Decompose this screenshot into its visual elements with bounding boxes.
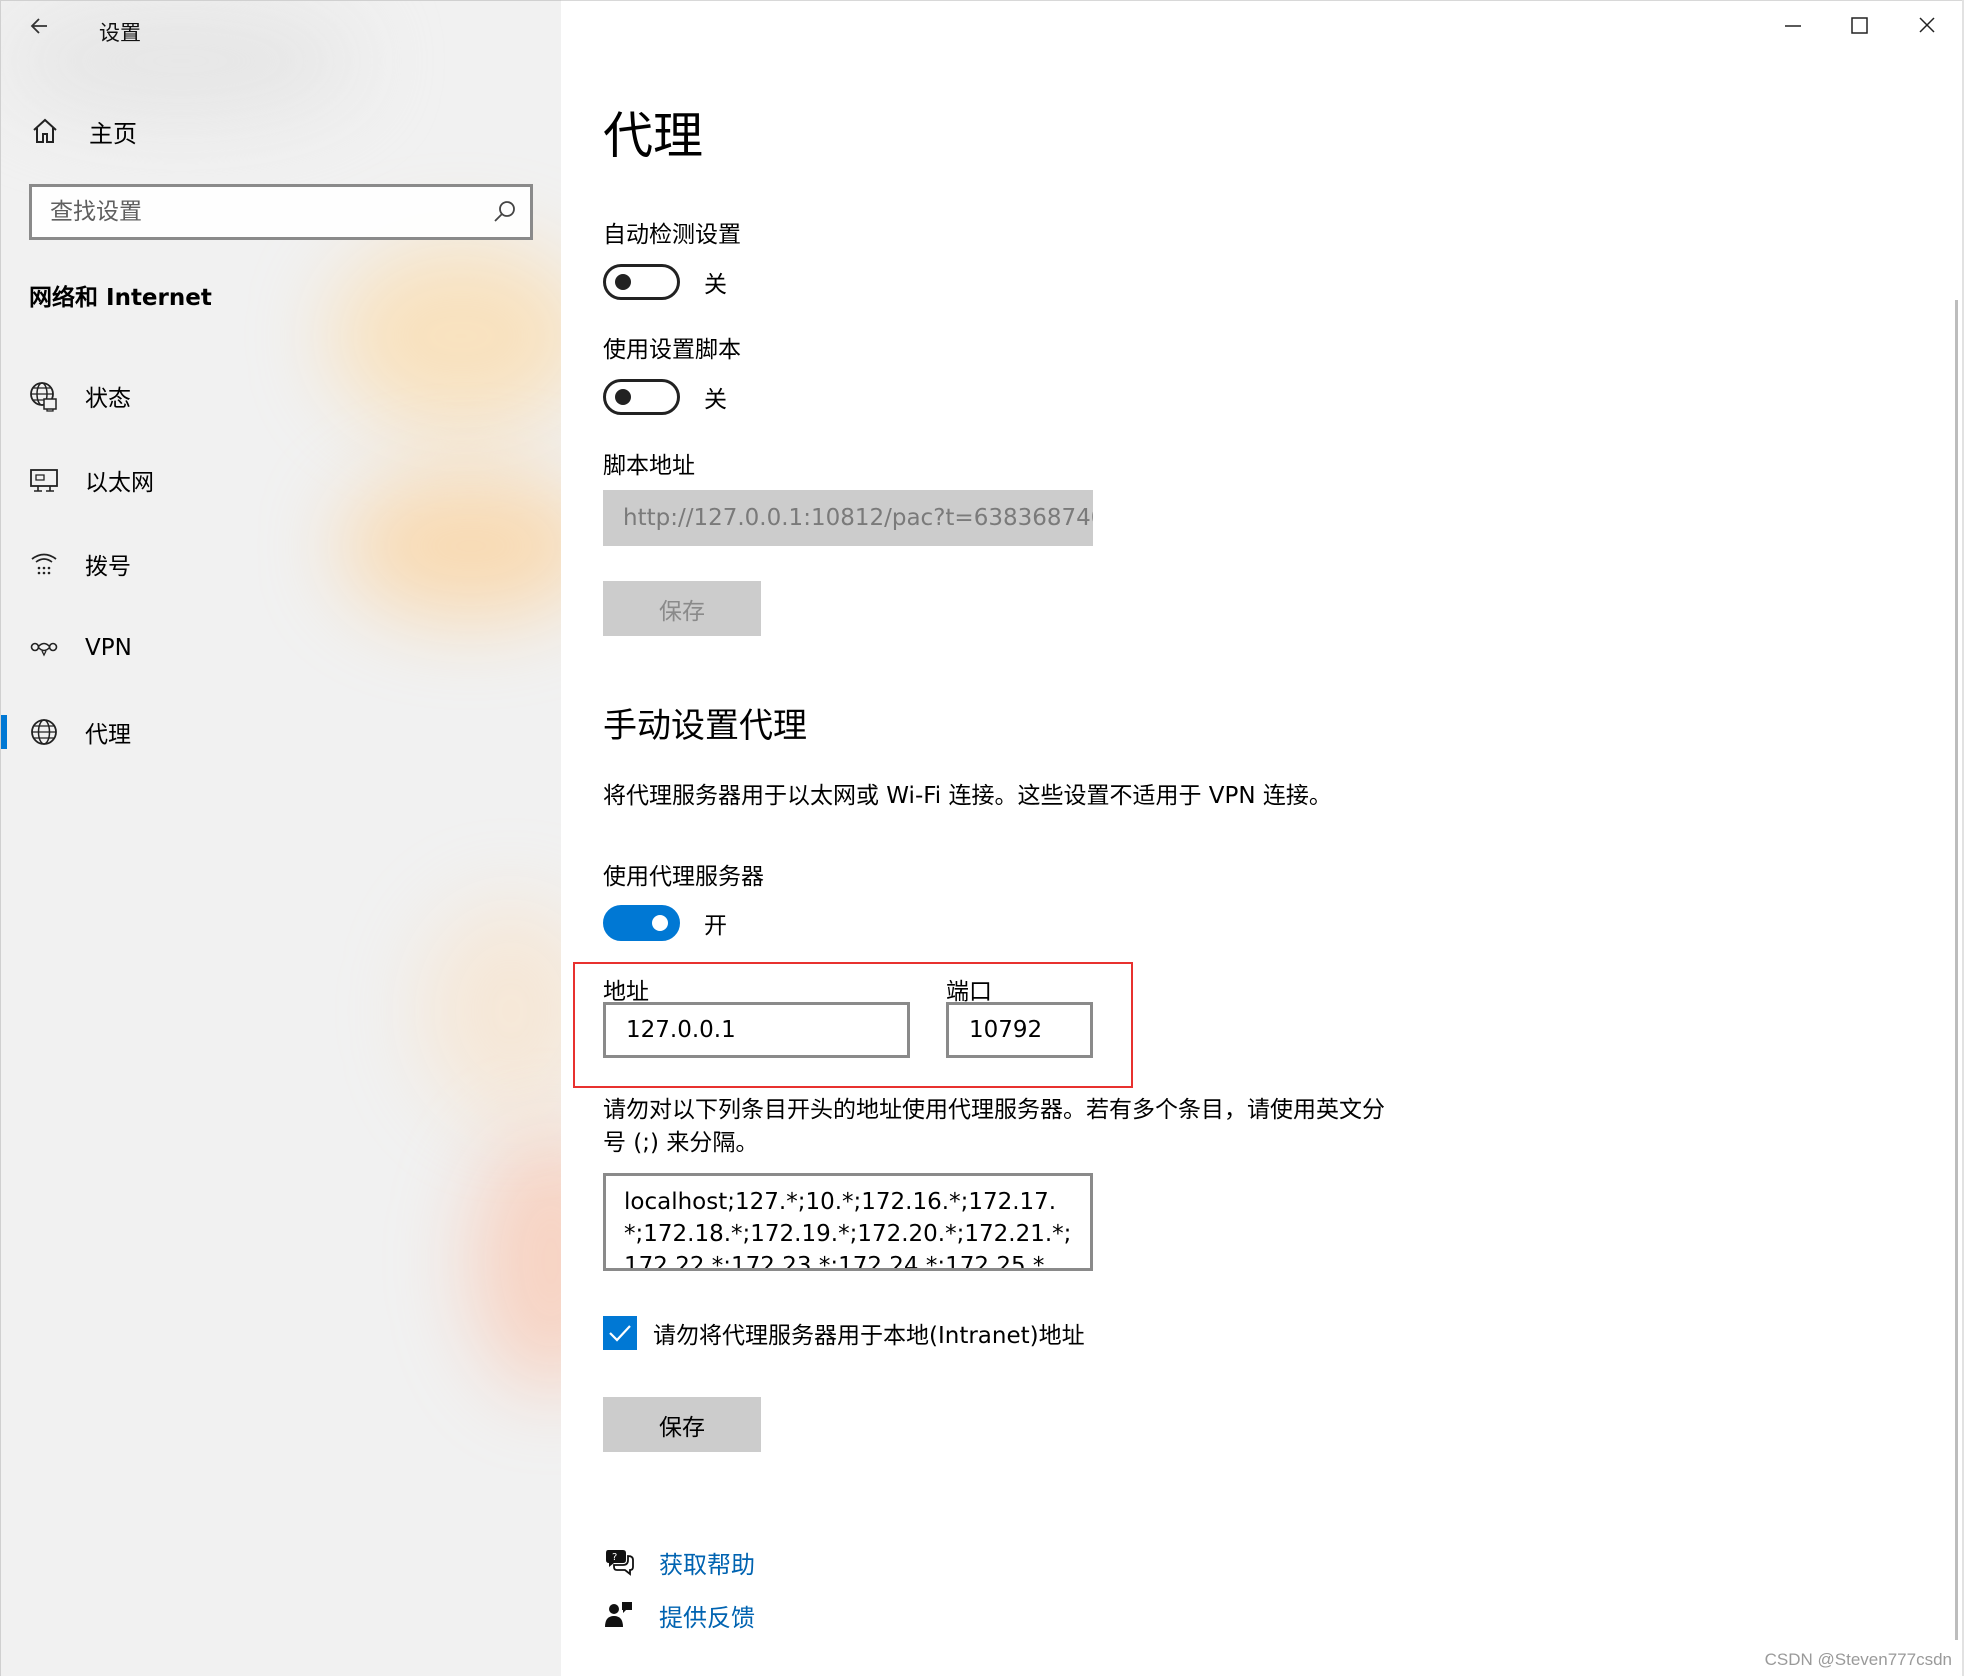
sidebar-home[interactable]: 主页 (29, 111, 137, 151)
local-bypass-checkbox[interactable] (603, 1316, 637, 1350)
feedback-link-row[interactable]: 提供反馈 (603, 1595, 755, 1635)
use-script-toggle[interactable] (603, 379, 680, 415)
sidebar-home-label: 主页 (89, 119, 137, 148)
sidebar-item-dialup[interactable]: 拨号 (1, 529, 561, 599)
get-help-link[interactable]: 获取帮助 (659, 1545, 755, 1580)
globe-status-icon (30, 382, 57, 412)
acrylic-glow (421, 901, 561, 1121)
use-proxy-label: 使用代理服务器 (603, 864, 764, 890)
search-box (29, 184, 533, 240)
use-script-row: 关 (603, 377, 727, 417)
feedback-icon (605, 1602, 632, 1627)
acrylic-glow (471, 1131, 561, 1391)
auto-detect-toggle[interactable] (603, 264, 680, 300)
feedback-link[interactable]: 提供反馈 (659, 1598, 755, 1633)
toggle-knob (652, 915, 668, 931)
ethernet-icon (30, 469, 58, 492)
script-address-input[interactable] (603, 490, 1093, 546)
section-header: 网络和 Internet (29, 285, 212, 311)
auto-detect-label: 自动检测设置 (603, 222, 741, 248)
save-button[interactable]: 保存 (603, 1397, 761, 1452)
globe-icon (31, 719, 57, 745)
use-proxy-toggle[interactable] (603, 905, 680, 941)
svg-text:?: ? (612, 1552, 617, 1563)
help-link-row[interactable]: ? 获取帮助 (603, 1542, 755, 1582)
save-script-button[interactable]: 保存 (603, 581, 761, 636)
use-proxy-row: 开 (603, 903, 727, 943)
bypass-list-input[interactable]: localhost;127.*;10.*;172.16.*;172.17.*;1… (603, 1173, 1093, 1271)
sidebar-item-proxy[interactable]: 代理 (1, 697, 561, 767)
auto-detect-row: 关 (603, 262, 727, 302)
page-title: 代理 (603, 107, 703, 165)
local-bypass-label: 请勿将代理服务器用于本地(Intranet)地址 (653, 1323, 1085, 1349)
dialup-icon (31, 553, 57, 575)
app-title: 设置 (99, 21, 141, 45)
highlight-annotation (573, 962, 1133, 1088)
sidebar-item-label: VPN (85, 635, 132, 661)
local-bypass-row: 请勿将代理服务器用于本地(Intranet)地址 (603, 1315, 1085, 1351)
sidebar: 设置 主页 网络和 Internet 状态 以太网 (0, 0, 561, 1676)
checkmark-icon (609, 1325, 631, 1342)
manual-proxy-heading: 手动设置代理 (603, 706, 807, 746)
toggle-knob (615, 274, 631, 290)
main-content: 代理 自动检测设置 关 使用设置脚本 关 脚本地址 保存 手动设置代理 将代理服… (561, 0, 1961, 1676)
search-icon[interactable] (492, 199, 518, 225)
use-script-label: 使用设置脚本 (603, 337, 741, 363)
sidebar-item-label: 代理 (85, 722, 131, 748)
back-arrow-icon[interactable] (25, 11, 55, 41)
vpn-icon (30, 642, 58, 657)
sidebar-item-label: 以太网 (85, 470, 154, 496)
watermark: CSDN @Steven777csdn (1764, 1650, 1952, 1669)
use-script-state: 关 (704, 387, 727, 413)
sidebar-item-label: 拨号 (85, 554, 131, 580)
home-icon (33, 118, 57, 143)
sidebar-item-vpn[interactable]: VPN (1, 613, 561, 683)
title-bar: 设置 (1, 1, 561, 61)
use-proxy-state: 开 (704, 913, 727, 939)
manual-proxy-description: 将代理服务器用于以太网或 Wi-Fi 连接。这些设置不适用于 VPN 连接。 (603, 783, 1332, 809)
help-chat-icon: ? (606, 1550, 634, 1576)
script-address-label: 脚本地址 (603, 453, 695, 479)
toggle-knob (615, 389, 631, 405)
bypass-description: 请勿对以下列条目开头的地址使用代理服务器。若有多个条目，请使用英文分号 (;) … (603, 1097, 1385, 1156)
search-input[interactable] (32, 187, 472, 237)
sidebar-item-label: 状态 (85, 386, 131, 412)
sidebar-item-status[interactable]: 状态 (1, 361, 561, 431)
sidebar-item-ethernet[interactable]: 以太网 (1, 445, 561, 515)
auto-detect-state: 关 (704, 272, 727, 298)
